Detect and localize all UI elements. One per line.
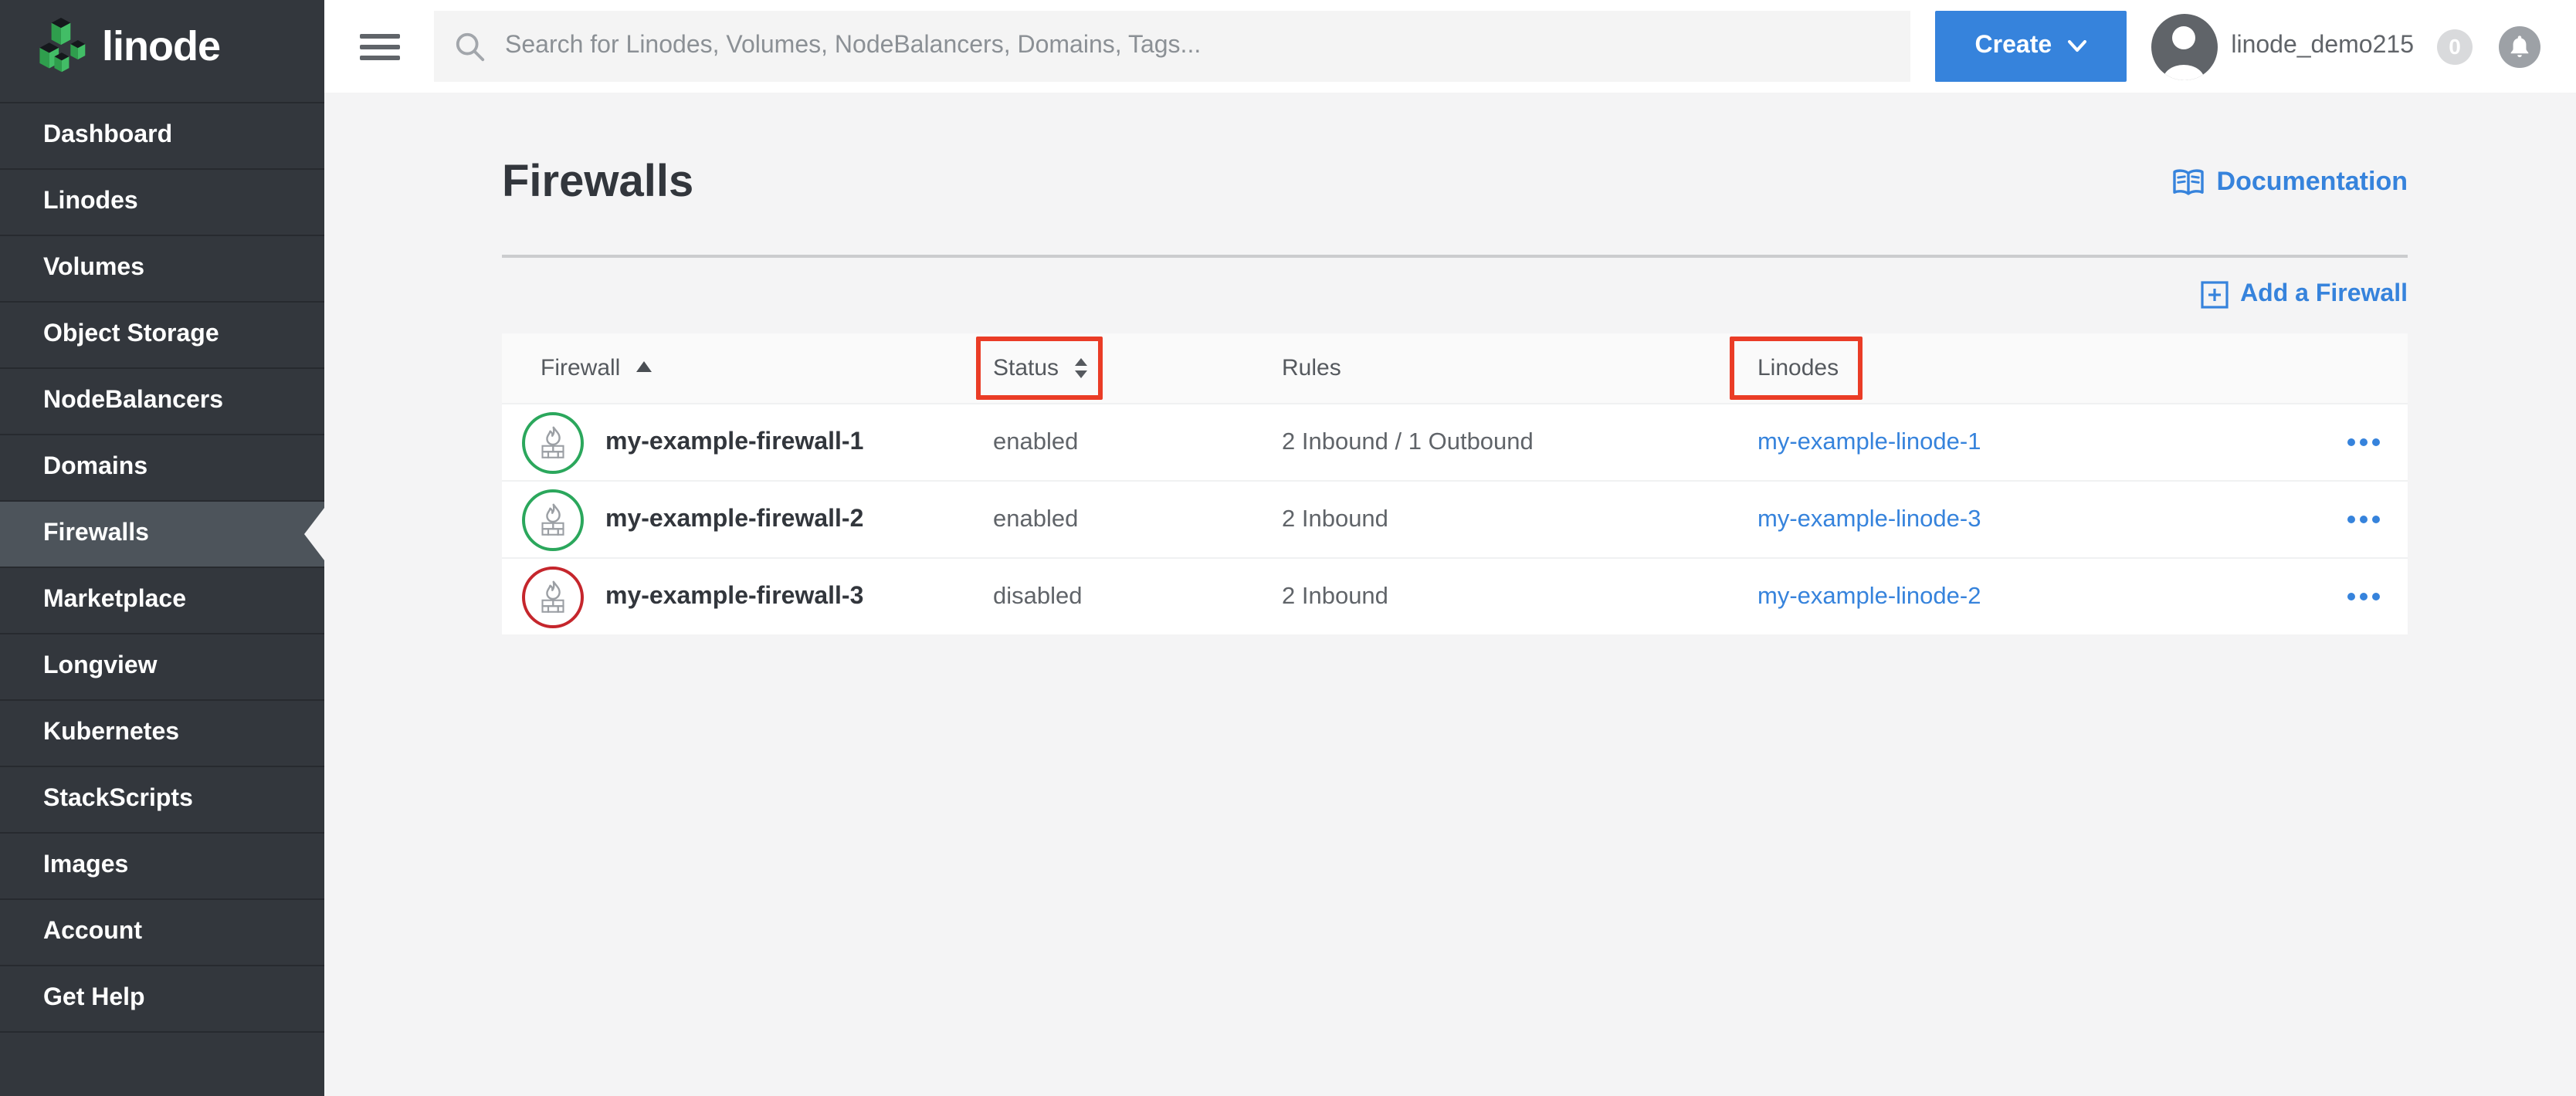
- firewall-status: disabled: [993, 583, 1282, 611]
- sidebar-item-label: StackScripts: [43, 786, 193, 814]
- firewall-flame-brick-icon: [530, 496, 576, 543]
- global-search[interactable]: [434, 11, 1910, 82]
- screen: linode Dashboard Linodes Volumes Object …: [0, 0, 2576, 1096]
- firewall-flame-brick-icon: [530, 419, 576, 465]
- firewall-enabled-icon: [522, 411, 584, 473]
- firewall-flame-brick-icon: [530, 573, 576, 620]
- firewall-name-link[interactable]: my-example-firewall-3: [605, 583, 863, 611]
- sidebar-item-longview[interactable]: Longview: [0, 634, 324, 701]
- sidebar-item-label: Dashboard: [43, 122, 172, 150]
- sidebar-nav: Dashboard Linodes Volumes Object Storage…: [0, 102, 324, 1033]
- sidebar: linode Dashboard Linodes Volumes Object …: [0, 0, 324, 1096]
- search-icon: [454, 30, 486, 63]
- column-header-label: Rules: [1282, 355, 1341, 381]
- chevron-down-icon: [2067, 40, 2086, 52]
- sidebar-item-label: Object Storage: [43, 321, 219, 349]
- sidebar-item-dashboard[interactable]: Dashboard: [0, 103, 324, 170]
- hamburger-menu-icon[interactable]: [360, 27, 400, 66]
- sidebar-item-label: Get Help: [43, 985, 145, 1013]
- avatar[interactable]: [2151, 13, 2217, 79]
- column-header-label: Status: [993, 355, 1059, 381]
- book-icon: [2172, 167, 2206, 197]
- column-header-rules: Rules: [1282, 355, 1757, 381]
- notifications-bell-button[interactable]: [2499, 25, 2540, 67]
- search-input[interactable]: [505, 32, 1910, 60]
- sidebar-item-stackscripts[interactable]: StackScripts: [0, 767, 324, 834]
- sidebar-item-label: Domains: [43, 454, 147, 482]
- linode-logo-icon: [31, 14, 90, 79]
- sidebar-item-firewalls[interactable]: Firewalls: [0, 502, 324, 568]
- sidebar-item-label: Firewalls: [43, 520, 149, 548]
- firewall-enabled-icon: [522, 489, 584, 550]
- sidebar-item-get-help[interactable]: Get Help: [0, 966, 324, 1033]
- create-button-label: Create: [1975, 32, 2052, 60]
- firewalls-table: Firewall Status Rules Linodes: [502, 333, 2408, 634]
- firewall-status: enabled: [993, 506, 1282, 533]
- documentation-link[interactable]: Documentation: [2172, 167, 2408, 198]
- sidebar-item-account[interactable]: Account: [0, 900, 324, 966]
- linode-link[interactable]: my-example-linode-1: [1757, 428, 1981, 455]
- sidebar-item-label: Longview: [43, 653, 158, 681]
- linode-link[interactable]: my-example-linode-3: [1757, 506, 1981, 532]
- row-actions-ellipsis-button[interactable]: [2344, 506, 2383, 533]
- add-firewall-link[interactable]: Add a Firewall: [2200, 281, 2408, 309]
- avatar-head: [2172, 25, 2195, 49]
- firewall-name-link[interactable]: my-example-firewall-2: [605, 506, 863, 533]
- column-header-status[interactable]: Status: [993, 355, 1282, 381]
- linode-logo[interactable]: linode: [0, 0, 324, 93]
- bell-icon: [2508, 34, 2531, 59]
- sidebar-item-label: Volumes: [43, 255, 144, 282]
- row-actions-ellipsis-button[interactable]: [2344, 429, 2383, 455]
- add-firewall-link-label: Add a Firewall: [2240, 281, 2408, 309]
- plus-square-icon: [2200, 281, 2228, 309]
- sidebar-item-marketplace[interactable]: Marketplace: [0, 568, 324, 634]
- sidebar-item-object-storage[interactable]: Object Storage: [0, 303, 324, 369]
- sidebar-item-volumes[interactable]: Volumes: [0, 236, 324, 303]
- documentation-link-label: Documentation: [2217, 167, 2408, 198]
- sidebar-item-linodes[interactable]: Linodes: [0, 170, 324, 236]
- sort-both-icon: [1074, 358, 1086, 378]
- table-row: my-example-firewall-1 enabled 2 Inbound …: [502, 403, 2408, 480]
- column-header-linodes: Linodes: [1757, 355, 2315, 381]
- sidebar-item-label: Images: [43, 852, 128, 880]
- firewall-name-link[interactable]: my-example-firewall-1: [605, 428, 863, 456]
- firewall-disabled-icon: [522, 566, 584, 627]
- column-header-label: Firewall: [541, 355, 620, 381]
- sidebar-item-domains[interactable]: Domains: [0, 435, 324, 502]
- username[interactable]: linode_demo215: [2231, 32, 2414, 60]
- table-header-row: Firewall Status Rules Linodes: [502, 333, 2408, 403]
- title-divider: [502, 255, 2408, 258]
- create-button[interactable]: Create: [1934, 11, 2126, 82]
- column-header-label: Linodes: [1757, 355, 1839, 381]
- linode-logo-text: linode: [102, 22, 220, 70]
- page-title: Firewalls: [502, 157, 693, 208]
- firewalls-page: Firewalls Documentation: [324, 93, 2576, 1096]
- topbar: Create linode_demo215 0: [324, 0, 2576, 93]
- firewall-status: enabled: [993, 428, 1282, 456]
- sidebar-item-label: Account: [43, 918, 142, 946]
- table-row: my-example-firewall-2 enabled 2 Inbound …: [502, 480, 2408, 557]
- sidebar-item-label: Kubernetes: [43, 719, 179, 747]
- notification-count-badge[interactable]: 0: [2437, 29, 2473, 64]
- table-row: my-example-firewall-3 disabled 2 Inbound…: [502, 557, 2408, 634]
- row-actions-ellipsis-button[interactable]: [2344, 584, 2383, 610]
- sidebar-item-nodebalancers[interactable]: NodeBalancers: [0, 369, 324, 435]
- firewall-rules: 2 Inbound: [1282, 506, 1757, 533]
- avatar-torso: [2163, 64, 2205, 79]
- firewall-rules: 2 Inbound / 1 Outbound: [1282, 428, 1757, 456]
- selected-item-notch: [304, 508, 324, 560]
- sidebar-item-label: Linodes: [43, 188, 138, 216]
- sort-ascending-icon: [636, 361, 651, 372]
- linode-link[interactable]: my-example-linode-2: [1757, 583, 1981, 609]
- firewall-rules: 2 Inbound: [1282, 583, 1757, 611]
- sidebar-item-kubernetes[interactable]: Kubernetes: [0, 701, 324, 767]
- sidebar-item-label: NodeBalancers: [43, 387, 223, 415]
- sidebar-item-label: Marketplace: [43, 587, 186, 614]
- linode-cloud-manager: linode Dashboard Linodes Volumes Object …: [0, 0, 2576, 1096]
- column-header-firewall[interactable]: Firewall: [502, 355, 993, 381]
- sidebar-item-images[interactable]: Images: [0, 834, 324, 900]
